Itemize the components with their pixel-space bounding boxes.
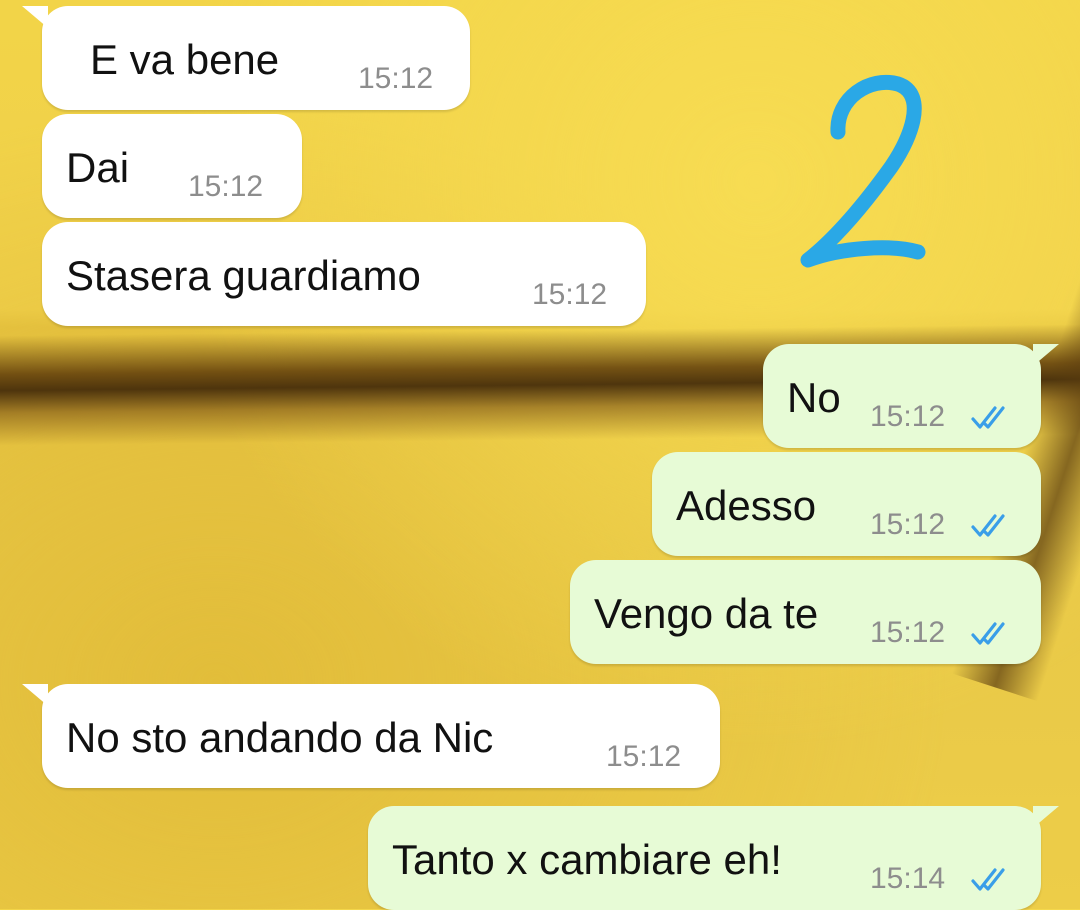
message-time: 15:12	[188, 170, 264, 203]
message-time: 15:12	[606, 740, 682, 773]
message-text: Adesso	[676, 482, 817, 529]
message-text: Dai	[66, 144, 130, 191]
message-time: 15:12	[870, 616, 946, 649]
read-double-check-icon	[971, 868, 1005, 891]
incoming-message-bubble[interactable]: Stasera guardiamo 15:12	[42, 222, 646, 326]
outgoing-message-bubble[interactable]: Adesso 15:12	[652, 452, 1041, 556]
bubble-tail	[1033, 344, 1059, 366]
message-text: E va bene	[90, 36, 280, 83]
bubble-tail	[22, 6, 48, 28]
message-time: 15:12	[358, 62, 434, 95]
read-double-check-icon	[971, 514, 1005, 537]
bubble-tail	[22, 684, 48, 706]
message-text: Vengo da te	[594, 590, 819, 637]
message-time: 15:14	[870, 862, 946, 895]
message-text: Tanto x cambiare eh!	[392, 836, 782, 883]
bubble-tail	[1033, 806, 1059, 828]
message-time: 15:12	[532, 278, 608, 311]
read-double-check-icon	[971, 622, 1005, 645]
message-time: 15:12	[870, 400, 946, 433]
message-text: No	[787, 374, 841, 421]
incoming-message-bubble[interactable]: E va bene 15:12	[22, 6, 470, 110]
message-text: Stasera guardiamo	[66, 252, 421, 299]
message-time: 15:12	[870, 508, 946, 541]
read-double-check-icon	[971, 406, 1005, 429]
incoming-message-bubble[interactable]: No sto andando da Nic 15:12	[22, 684, 720, 788]
outgoing-message-bubble[interactable]: Tanto x cambiare eh! 15:14	[368, 806, 1059, 910]
message-text: No sto andando da Nic	[66, 714, 494, 761]
handwritten-number-mark	[800, 75, 926, 268]
outgoing-message-bubble[interactable]: Vengo da te 15:12	[570, 560, 1041, 664]
incoming-message-bubble[interactable]: Dai 15:12	[42, 114, 302, 218]
outgoing-message-bubble[interactable]: No 15:12	[763, 344, 1059, 448]
